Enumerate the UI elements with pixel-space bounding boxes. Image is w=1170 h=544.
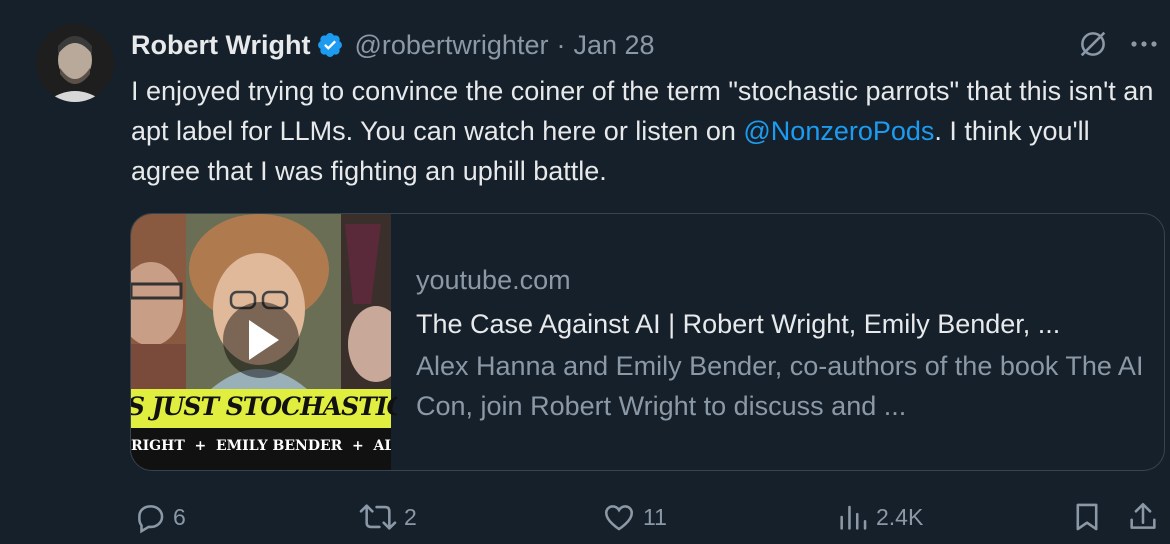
verified-badge-icon: [316, 31, 344, 59]
like-icon: [601, 500, 637, 534]
card-description: Alex Hanna and Emily Bender, co-authors …: [416, 351, 1144, 421]
avatar[interactable]: [36, 24, 114, 102]
more-icon[interactable]: [1128, 34, 1160, 59]
views-icon: [836, 500, 870, 534]
mention-link[interactable]: @NonzeroPods: [743, 116, 934, 146]
views-count: 2.4K: [876, 503, 924, 530]
views-button[interactable]: 2.4K: [836, 500, 923, 534]
repost-icon: [358, 500, 398, 534]
reply-count: 6: [173, 503, 186, 530]
action-bar: 6 2 11 2.4K: [0, 500, 1170, 540]
share-icon: [1126, 500, 1160, 534]
like-button[interactable]: 11: [601, 500, 667, 534]
repost-button[interactable]: 2: [358, 500, 417, 534]
reply-button[interactable]: 6: [133, 500, 186, 534]
separator: ·: [556, 29, 566, 60]
thumbnail-banner-text: S JUST STOCHASTIC PARR: [131, 392, 397, 421]
card-title: The Case Against AI | Robert Wright, Emi…: [416, 309, 1061, 339]
tweet-header: Robert Wright @robertwrighter · Jan 28: [131, 28, 655, 62]
video-thumbnail[interactable]: S JUST STOCHASTIC PARR RIGHT + EMILY BEN…: [131, 214, 397, 470]
tweet-text: I enjoyed trying to convince the coiner …: [131, 71, 1161, 191]
tweet-date[interactable]: Jan 28: [573, 30, 654, 61]
repost-count: 2: [404, 503, 417, 530]
card-info: youtube.com The Case Against AI | Robert…: [416, 264, 1146, 426]
card-domain: youtube.com: [416, 265, 571, 295]
reply-icon: [133, 500, 167, 534]
share-button[interactable]: [1126, 500, 1160, 534]
link-preview-card[interactable]: S JUST STOCHASTIC PARR RIGHT + EMILY BEN…: [130, 213, 1165, 471]
bookmark-icon: [1070, 500, 1104, 534]
grok-icon[interactable]: [1076, 27, 1110, 66]
thumbnail-names-text: RIGHT + EMILY BENDER + AL: [131, 438, 391, 454]
like-count: 11: [643, 503, 667, 530]
author-handle[interactable]: @robertwrighter: [354, 30, 548, 61]
author-name[interactable]: Robert Wright: [131, 30, 310, 61]
bookmark-button[interactable]: [1070, 500, 1104, 534]
